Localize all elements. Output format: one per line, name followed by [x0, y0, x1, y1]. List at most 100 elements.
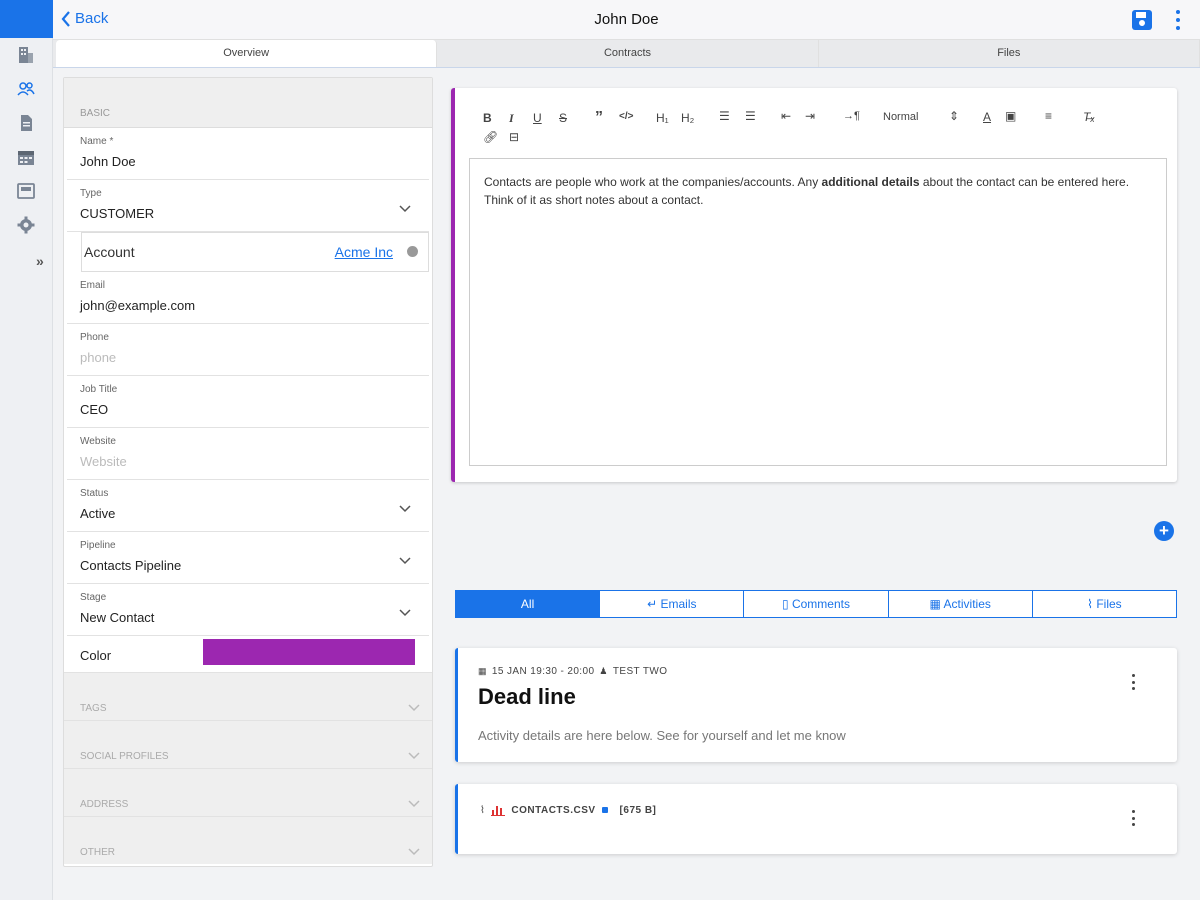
text-color-icon[interactable]: A — [983, 110, 991, 124]
calendar-icon[interactable] — [15, 146, 37, 168]
save-icon — [1132, 10, 1152, 30]
underline-icon[interactable]: U — [533, 111, 542, 125]
file-name[interactable]: CONTACTS.CSV — [511, 805, 595, 816]
activity-title: Dead line — [478, 684, 576, 709]
section-other[interactable]: OTHER — [64, 816, 432, 864]
tab-overview[interactable]: Overview — [56, 40, 438, 67]
chevron-down-icon — [408, 848, 420, 856]
outdent-icon[interactable]: ⇤ — [781, 109, 791, 123]
file-menu-button[interactable] — [1129, 810, 1137, 826]
chevron-down-icon — [399, 205, 411, 213]
filter-comments-label: Comments — [791, 597, 850, 611]
indent-icon[interactable]: ⇥ — [805, 109, 815, 123]
blockquote-icon[interactable]: ” — [595, 109, 603, 127]
editor-content[interactable]: Contacts are people who work at the comp… — [469, 158, 1167, 466]
status-select[interactable]: Status Active — [67, 480, 429, 532]
type-value: CUSTOMER — [80, 206, 155, 221]
activity-meta: ▦ 15 JAN 19:30 - 20:00 ♟ TEST TWO — [478, 666, 667, 677]
account-row: Account Acme Inc — [81, 232, 429, 272]
file-card[interactable]: ⌇ CONTACTS.CSV [675 B] — [455, 784, 1177, 854]
chevron-down-icon — [408, 752, 420, 760]
filter-files-label: Files — [1096, 597, 1122, 611]
pipeline-select[interactable]: Pipeline Contacts Pipeline — [67, 532, 429, 584]
stage-select[interactable]: Stage New Contact — [67, 584, 429, 636]
expand-rail-icon[interactable]: » — [36, 253, 44, 269]
account-link[interactable]: Acme Inc — [335, 244, 393, 260]
filter-emails[interactable]: ↵ Emails — [600, 591, 745, 617]
email-field[interactable]: Email john@example.com — [67, 272, 429, 324]
phone-field[interactable]: Phone phone — [67, 324, 429, 376]
inbox-icon[interactable] — [15, 180, 37, 202]
email-label: Email — [80, 280, 106, 291]
italic-icon[interactable]: I — [509, 111, 514, 126]
tab-contracts[interactable]: Contracts — [437, 40, 819, 67]
activity-card[interactable]: ▦ 15 JAN 19:30 - 20:00 ♟ TEST TWO Dead l… — [455, 648, 1177, 762]
section-social-label: SOCIAL PROFILES — [80, 751, 169, 762]
remove-account-icon[interactable] — [407, 246, 418, 257]
align-icon[interactable]: ≡ — [1045, 109, 1052, 123]
account-label: Account — [84, 244, 135, 260]
video-icon[interactable]: ⊟ — [509, 130, 519, 144]
phone-placeholder: phone — [80, 350, 117, 365]
status-label: Status — [80, 488, 109, 499]
section-tags[interactable]: TAGS — [64, 672, 432, 720]
section-address[interactable]: ADDRESS — [64, 768, 432, 816]
chevron-down-icon — [399, 557, 411, 565]
building-icon[interactable] — [15, 44, 37, 66]
chevron-down-icon — [408, 800, 420, 808]
notes-editor: B I U S ” </> H₁ H₂ ☰ ☰ ⇤ ⇥ →¶ Normal ⇕ … — [451, 88, 1177, 482]
section-other-label: OTHER — [80, 847, 115, 858]
filter-activities-label: Activities — [943, 597, 991, 611]
code-icon[interactable]: </> — [619, 111, 633, 122]
name-label: Name * — [80, 136, 114, 147]
filter-files[interactable]: ⌇ Files — [1032, 591, 1177, 617]
tab-files[interactable]: Files — [819, 40, 1200, 67]
strikethrough-icon[interactable]: S — [559, 111, 567, 125]
link-icon[interactable]: 🔗︎ — [483, 130, 498, 144]
name-field[interactable]: Name * John Doe — [67, 128, 429, 180]
filter-comments[interactable]: ▯ Comments — [744, 591, 889, 617]
section-basic: BASIC — [64, 78, 432, 128]
website-placeholder: Website — [80, 454, 127, 469]
file-meta: ⌇ CONTACTS.CSV [675 B] — [480, 804, 656, 816]
bold-icon[interactable]: B — [483, 111, 492, 125]
phone-label: Phone — [80, 332, 109, 343]
download-icon[interactable] — [601, 807, 608, 813]
ordered-list-icon[interactable]: ☰ — [719, 109, 730, 123]
heading1-icon[interactable]: H₁ — [656, 111, 669, 125]
section-social-profiles[interactable]: SOCIAL PROFILES — [64, 720, 432, 768]
calendar-icon: ▦ — [478, 666, 487, 676]
filter-activities[interactable]: ▦ Activities — [888, 591, 1033, 617]
rail-top-bar — [0, 0, 53, 38]
bullet-list-icon[interactable]: ☰ — [745, 109, 756, 123]
calendar-icon: ▦ — [929, 597, 944, 611]
activity-user: TEST TWO — [612, 666, 668, 677]
tab-bar: Overview Contracts Files — [53, 40, 1200, 68]
color-picker[interactable] — [203, 639, 415, 665]
chevron-down-icon — [399, 505, 411, 513]
filter-all[interactable]: All — [456, 591, 601, 617]
status-value: Active — [80, 506, 116, 521]
website-field[interactable]: Website Website — [67, 428, 429, 480]
filter-emails-label: Emails — [660, 597, 697, 611]
format-select[interactable]: Normal — [883, 111, 918, 123]
activity-body: Activity details are here below. See for… — [478, 728, 846, 743]
highlight-icon[interactable]: ▣ — [1005, 109, 1016, 123]
job-title-field[interactable]: Job Title CEO — [67, 376, 429, 428]
editor-text-bold: additional details — [821, 175, 920, 189]
save-button[interactable] — [1130, 8, 1154, 32]
contacts-icon[interactable] — [15, 78, 37, 100]
clear-format-icon[interactable]: T̶ₓ — [1083, 110, 1095, 124]
more-options-button[interactable] — [1170, 8, 1186, 32]
document-icon[interactable] — [15, 112, 37, 134]
format-select-arrows-icon[interactable]: ⇕ — [949, 109, 959, 123]
add-activity-button[interactable]: + — [1154, 521, 1174, 541]
pipeline-label: Pipeline — [80, 540, 116, 551]
text-direction-icon[interactable]: →¶ — [843, 110, 860, 122]
type-select[interactable]: Type CUSTOMER — [67, 180, 429, 232]
activity-menu-button[interactable] — [1129, 674, 1137, 690]
website-label: Website — [80, 436, 116, 447]
gear-icon[interactable] — [15, 214, 37, 236]
top-bar: Back John Doe — [53, 0, 1200, 40]
heading2-icon[interactable]: H₂ — [681, 111, 694, 125]
